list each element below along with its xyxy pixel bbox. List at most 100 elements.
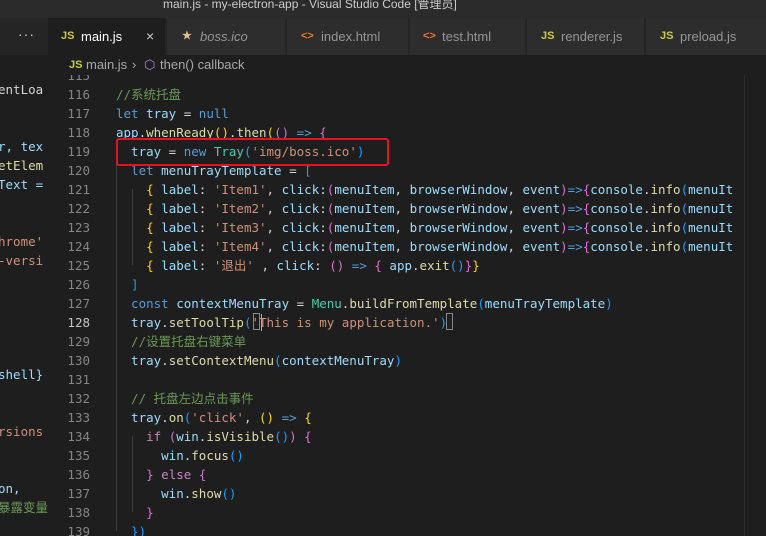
- line-number: 126: [67, 277, 90, 292]
- code-token: browserWindow: [409, 201, 508, 216]
- code-token: event: [522, 220, 561, 235]
- line-number: 139: [67, 524, 90, 536]
- code-text: }): [116, 522, 146, 536]
- line-number: 119: [67, 144, 90, 159]
- code-text: } else {: [116, 465, 206, 484]
- tab-label: test.html: [442, 29, 492, 44]
- tab-label: preload.js: [680, 29, 737, 44]
- code-token: menuIt: [688, 239, 734, 254]
- code-line[interactable]: 125 { label: '退出' , click: () => { app.e…: [48, 256, 744, 275]
- code-token: {: [116, 258, 154, 273]
- code-line[interactable]: 117 let tray = null: [48, 104, 744, 123]
- code-token: console: [590, 239, 643, 254]
- code-line[interactable]: 133 tray.on('click', () => {: [48, 408, 744, 427]
- code-token: {: [374, 258, 382, 273]
- left-editor-pane[interactable]: ··· entLoa r, tex etElem Text = hrome' -versi…: [0, 18, 49, 536]
- code-token: .: [161, 410, 169, 425]
- code-line[interactable]: 139 }): [48, 522, 744, 536]
- code-line[interactable]: 122 { label: 'Item2', click: (menuItem, b…: [48, 199, 744, 218]
- window-title: main.js - my-electron-app - Visual Studi…: [163, 0, 457, 11]
- code-token: ,: [394, 201, 410, 216]
- code-token: }): [116, 524, 147, 536]
- text-cursor: [261, 314, 262, 331]
- code-line[interactable]: 128 tray.setToolTip('This is my applicat…: [48, 313, 744, 332]
- code-token: (: [274, 353, 282, 368]
- code-token: tray: [146, 106, 177, 121]
- code-line[interactable]: 126 ]: [48, 275, 744, 294]
- code-text: }: [116, 503, 154, 522]
- more-actions-icon[interactable]: ···: [18, 26, 35, 42]
- line-number: 127: [67, 296, 90, 311]
- code-token: =>: [567, 220, 583, 235]
- code-token: browserWindow: [409, 239, 508, 254]
- code-line[interactable]: 136 } else {: [48, 465, 744, 484]
- vertical-scrollbar[interactable]: [744, 75, 766, 536]
- tab-renderer-js[interactable]: JS renderer.js: [527, 18, 645, 55]
- code-token: ,: [266, 182, 282, 197]
- tab-test-html[interactable]: <> test.html: [410, 18, 526, 55]
- code-line[interactable]: 124 { label: 'Item4', click: (menuItem, b…: [48, 237, 744, 256]
- line-number: 120: [67, 163, 90, 178]
- code-token: console: [590, 201, 643, 216]
- code-token: ): [560, 201, 568, 216]
- code-line[interactable]: 137 win.show(): [48, 484, 744, 503]
- bracket-match-box: [253, 313, 260, 330]
- code-token: {: [296, 429, 312, 444]
- code-token: show: [191, 486, 222, 501]
- code-line[interactable]: 132 // 托盘左边点击事件: [48, 389, 744, 408]
- code-token: }: [116, 505, 154, 520]
- code-token: =>: [274, 410, 305, 425]
- code-text: //系统托盘: [116, 85, 181, 104]
- code-line[interactable]: 116 //系统托盘: [48, 85, 744, 104]
- line-number: 125: [67, 258, 90, 273]
- code-text: if (win.isVisible()) {: [116, 427, 312, 446]
- code-token: =>: [567, 182, 583, 197]
- code-token: focus: [191, 448, 229, 463]
- tab-boss-ico[interactable]: ★ boss.ico: [167, 18, 286, 55]
- tab-index-html[interactable]: <> index.html: [287, 18, 409, 55]
- code-line[interactable]: 138 }: [48, 503, 744, 522]
- code-line[interactable]: 129 //设置托盘右键菜单: [48, 332, 744, 351]
- code-token: ): [289, 429, 297, 444]
- code-token: :: [198, 220, 214, 235]
- breadcrumb-symbol[interactable]: then() callback: [160, 55, 245, 75]
- code-line[interactable]: 131: [48, 370, 744, 389]
- code-text: { label: 'Item3', click: (menuItem, brows…: [116, 218, 733, 237]
- code-token: event: [522, 201, 561, 216]
- line-number: 116: [67, 87, 90, 102]
- code-line[interactable]: 115: [48, 75, 744, 85]
- left-pane-code-fragment: etElem: [0, 158, 44, 173]
- breadcrumb-file[interactable]: main.js: [86, 55, 127, 75]
- code-token: event: [522, 239, 561, 254]
- code-token: menuIt: [688, 220, 734, 235]
- line-number: 131: [67, 372, 90, 387]
- code-text: { label: 'Item4', click: (menuItem, brows…: [116, 237, 733, 256]
- tab-main-js[interactable]: JS main.js ×: [48, 18, 166, 55]
- code-line[interactable]: 121 { label: 'Item1', click: (menuItem, b…: [48, 180, 744, 199]
- close-icon[interactable]: ×: [146, 18, 154, 55]
- code-text: // 托盘左边点击事件: [116, 389, 254, 408]
- line-number: 133: [67, 410, 90, 425]
- code-line[interactable]: 130 tray.setContextMenu(contextMenuTray): [48, 351, 744, 370]
- code-token: '退出': [213, 258, 254, 273]
- breadcrumb: JS main.js › ⬡ then() callback: [48, 55, 766, 75]
- window-title-bar: main.js - my-electron-app - Visual Studi…: [0, 0, 766, 18]
- code-line[interactable]: 135 win.focus(): [48, 446, 744, 465]
- left-pane-code-fragment: shell}: [0, 367, 44, 382]
- code-line[interactable]: 134 if (win.isVisible()) {: [48, 427, 744, 446]
- code-line[interactable]: 127 const contextMenuTray = Menu.buildFr…: [48, 294, 744, 313]
- line-number: 138: [67, 505, 90, 520]
- code-token: info: [650, 201, 681, 216]
- code-token: ,: [507, 220, 523, 235]
- code-line[interactable]: 123 { label: 'Item3', click: (menuItem, b…: [48, 218, 744, 237]
- code-token: (): [228, 448, 244, 463]
- tab-label: renderer.js: [561, 29, 623, 44]
- code-token: menuItem: [334, 239, 395, 254]
- line-number: 118: [67, 125, 90, 140]
- code-token: win: [176, 429, 199, 444]
- code-text: let tray = null: [116, 104, 229, 123]
- tab-preload-js[interactable]: JS preload.js: [646, 18, 766, 55]
- code-token: Menu: [311, 296, 342, 311]
- code-token: event: [522, 182, 561, 197]
- code-token: 'This is my application.': [251, 315, 440, 330]
